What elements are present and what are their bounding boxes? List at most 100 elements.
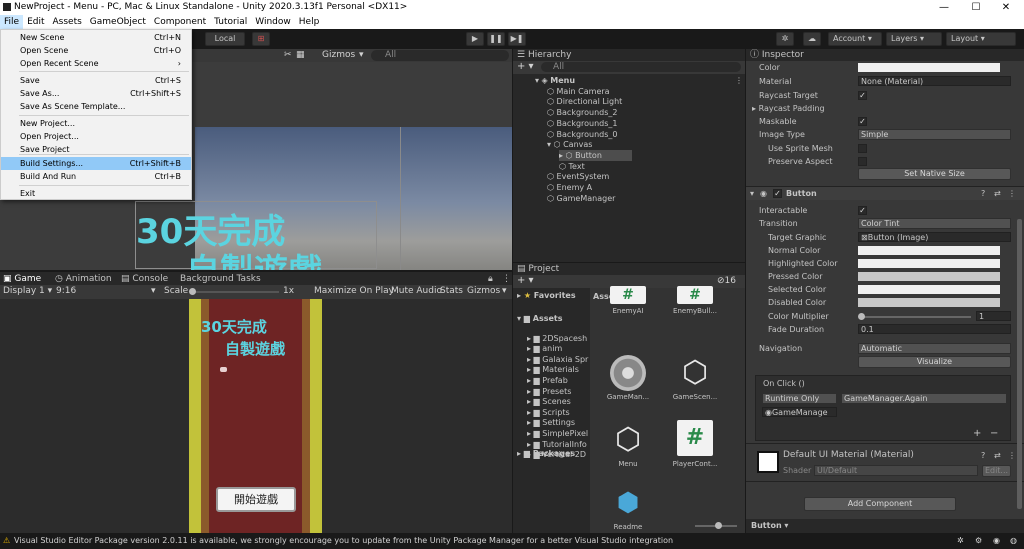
transition-dropdown[interactable]: Color Tint (858, 218, 1011, 229)
account-dropdown[interactable]: Account ▾ (828, 32, 882, 46)
menu-tutorial[interactable]: Tutorial (210, 15, 251, 29)
snap-icon[interactable]: ⊞ (252, 32, 270, 46)
inspector-scrollbar[interactable] (1017, 219, 1022, 509)
tab-console[interactable]: ▤ Console (121, 273, 168, 285)
folder-item[interactable]: ▸ ▆ Presets (527, 386, 571, 397)
more-options-icon[interactable]: ⋮ (502, 273, 511, 285)
notifications-icon[interactable]: ◍ (1010, 533, 1017, 549)
remove-event-button[interactable]: − (990, 427, 998, 440)
lock-icon[interactable]: 🔒︎ (488, 273, 493, 285)
tab-animation[interactable]: ◷ Animation (55, 273, 112, 285)
image-type-dropdown[interactable]: Simple (858, 129, 1011, 140)
hierarchy-item[interactable]: ⬡ Main Camera (547, 86, 610, 97)
icon-size-handle[interactable] (715, 522, 722, 529)
tab-background-tasks[interactable]: Background Tasks (180, 273, 261, 285)
add-icon[interactable]: + ▾ (517, 275, 534, 286)
menu-window[interactable]: Window (251, 15, 295, 29)
folder-item[interactable]: ▸ ▆ Galaxia Spr (527, 354, 588, 365)
close-button[interactable]: ✕ (986, 0, 1024, 15)
step-button[interactable]: ▶❚ (508, 32, 526, 46)
game-gizmos-dropdown[interactable]: Gizmos (467, 286, 500, 296)
visualize-button[interactable]: Visualize (858, 356, 1011, 368)
asset-item[interactable]: ⬡ GameScen... (665, 353, 725, 413)
hierarchy-item[interactable]: ⬡ Enemy A (547, 182, 592, 193)
progress-icon[interactable]: ◉ (993, 533, 1000, 549)
disabled-color-field[interactable] (858, 298, 1000, 307)
color-field[interactable] (858, 63, 1000, 72)
folder-item[interactable]: ▸ ▆ anim (527, 343, 562, 354)
hierarchy-tab[interactable]: ☰ Hierarchy (517, 49, 571, 61)
mute-audio-toggle[interactable]: Mute Audio (391, 286, 442, 296)
hierarchy-search-input[interactable]: All (541, 62, 741, 72)
menu-item-open-scene[interactable]: Open Scene Ctrl+O (1, 44, 191, 57)
use-sprite-mesh-checkbox[interactable] (858, 144, 867, 153)
hierarchy-item[interactable]: ⬡ Backgrounds_1 (547, 118, 618, 129)
selected-color-field[interactable] (858, 285, 1000, 294)
set-native-size-button[interactable]: Set Native Size (858, 168, 1011, 180)
interactable-checkbox[interactable]: ✓ (858, 206, 867, 215)
preset-icon[interactable]: ⇄ (994, 187, 1001, 200)
status-message[interactable]: Visual Studio Editor Package version 2.0… (14, 533, 673, 549)
layout-dropdown[interactable]: Layout ▾ (946, 32, 1016, 46)
folder-item[interactable]: ▸ ▆ Prefab (527, 375, 568, 386)
asset-item[interactable]: # PlayerCont... (665, 420, 725, 480)
inspector-tab[interactable]: ⓘ Inspector (750, 49, 804, 61)
cloud-icon[interactable]: ☁ (803, 32, 821, 46)
more-options-icon[interactable]: ⋮ (735, 75, 743, 86)
tab-game[interactable]: ▣ Game (3, 273, 41, 285)
hierarchy-item[interactable]: ⬡ Backgrounds_2 (547, 107, 618, 118)
start-game-button[interactable]: 開始遊戲 (216, 487, 296, 512)
hierarchy-item[interactable]: ⬡ GameManager (547, 193, 615, 204)
menu-edit[interactable]: Edit (23, 15, 48, 29)
color-multiplier-input[interactable]: 1 (976, 311, 1011, 321)
hierarchy-item[interactable]: ▾ ◈ Menu (535, 75, 575, 86)
add-icon[interactable]: + ▾ (517, 61, 534, 72)
play-button[interactable]: ▶ (466, 32, 484, 46)
material-field[interactable]: None (Material) (858, 76, 1011, 86)
hierarchy-item[interactable]: ⬡ EventSystem (547, 171, 609, 182)
button-enabled-checkbox[interactable]: ✓ (773, 189, 782, 198)
function-dropdown[interactable]: GameManager.Again (841, 393, 1007, 404)
hierarchy-item[interactable]: ▾ ⬡ Canvas (547, 139, 592, 150)
edit-shader-button[interactable]: Edit... (982, 465, 1011, 477)
maximize-on-play-toggle[interactable]: Maximize On Play (314, 286, 394, 296)
menu-item-save-as[interactable]: Save As... Ctrl+Shift+S (1, 87, 191, 100)
tools-icon[interactable]: ✂ (284, 50, 292, 60)
asset-item[interactable]: # EnemyAI (598, 286, 658, 354)
foldout-icon[interactable]: ▾ (750, 187, 754, 200)
gizmo-toggle-icon[interactable]: ▦ (296, 50, 305, 60)
button-component-header[interactable]: ▾ ◉ ✓ Button ? ⇄ ⋮ (746, 187, 1024, 200)
asset-item[interactable]: ⬡ Menu (598, 420, 658, 480)
raycast-target-checkbox[interactable]: ✓ (858, 91, 867, 100)
more-options-icon[interactable]: ⋮ (1008, 449, 1016, 462)
packages-item[interactable]: ▸ ▆ Packages (517, 448, 575, 459)
preserve-aspect-checkbox[interactable] (858, 157, 867, 166)
folder-item[interactable]: ▸ ▆ Settings (527, 417, 575, 428)
shader-dropdown[interactable]: UI/Default (814, 465, 978, 476)
pause-button[interactable]: ❚❚ (487, 32, 505, 46)
highlighted-color-field[interactable] (858, 259, 1000, 268)
folder-item[interactable]: ▸ ▆ Materials (527, 364, 579, 375)
scale-slider-handle[interactable] (189, 288, 196, 295)
preview-dropdown[interactable]: Button ▾ (751, 519, 788, 532)
fade-duration-input[interactable]: 0.1 (858, 324, 1011, 334)
menu-item-new-scene[interactable]: New Scene Ctrl+N (1, 31, 191, 44)
folder-item[interactable]: ▸ ▆ 2DSpacesh (527, 333, 587, 344)
pivot-local-toggle[interactable]: Local (205, 32, 245, 46)
color-multiplier-handle[interactable] (858, 313, 865, 320)
debug-icon[interactable]: ✲ (957, 533, 964, 549)
folder-item[interactable]: ▾ ▆ Assets (517, 313, 562, 324)
menu-item-open-recent-scene[interactable]: Open Recent Scene › (1, 57, 191, 70)
menu-component[interactable]: Component (150, 15, 210, 29)
scale-slider[interactable] (191, 291, 279, 293)
scene-search-input[interactable]: All (371, 50, 509, 61)
normal-color-field[interactable] (858, 246, 1000, 255)
runtime-only-dropdown[interactable]: Runtime Only (762, 393, 837, 404)
more-options-icon[interactable]: ⋮ (1008, 187, 1016, 200)
aspect-dropdown[interactable]: 9:16 (56, 286, 76, 296)
color-multiplier-slider[interactable] (861, 316, 971, 318)
help-icon[interactable]: ? (981, 449, 985, 462)
stats-toggle[interactable]: Stats (440, 286, 463, 296)
menu-gameobject[interactable]: GameObject (86, 15, 150, 29)
bug-icon[interactable]: ⚙ (975, 533, 982, 549)
